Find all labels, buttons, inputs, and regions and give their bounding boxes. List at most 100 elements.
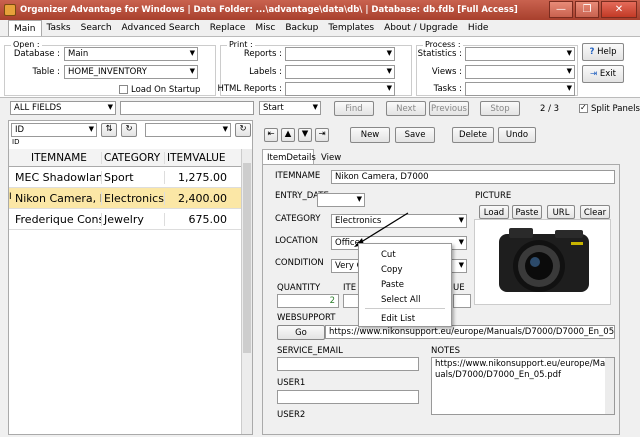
context-menu-paste[interactable]: Paste — [381, 280, 404, 290]
prev-record-button[interactable]: ▲ — [281, 128, 295, 142]
value-field[interactable] — [453, 294, 471, 308]
new-button[interactable]: New — [350, 127, 390, 143]
maximize-button[interactable]: ❐ — [575, 1, 599, 18]
table-label: Table : — [32, 67, 60, 77]
search-text-input[interactable] — [120, 101, 254, 115]
tasks-select[interactable]: ▼ — [465, 82, 575, 96]
notes-field[interactable]: https://www.nikonsupport.eu/europe/Manua… — [431, 357, 615, 415]
column-header-itemname[interactable]: ITEMNAME — [9, 151, 102, 164]
menu-backup[interactable]: Backup — [280, 20, 323, 36]
search-start-select[interactable]: Start ▼ — [259, 101, 321, 115]
entry-date-field[interactable]: ▼ — [317, 193, 365, 207]
menu-hide[interactable]: Hide — [463, 20, 494, 36]
next-record-button[interactable]: ▼ — [298, 128, 312, 142]
picture-clear-button[interactable]: Clear — [580, 205, 610, 219]
tab-view[interactable]: View — [318, 151, 348, 165]
go-button[interactable]: Go — [277, 325, 325, 340]
tab-itemdetails[interactable]: ItemDetails — [262, 149, 316, 165]
undo-button[interactable]: Undo — [498, 127, 536, 143]
ribbon: Open : Database : Main ▼ Table : HOME_INV… — [0, 36, 640, 98]
statistics-select[interactable]: ▼ — [465, 47, 575, 61]
open-group-label: Open : — [11, 40, 42, 49]
chevron-down-icon: ▼ — [386, 67, 392, 75]
last-record-button[interactable]: ⇥ — [315, 128, 329, 142]
refresh-icon: ↻ — [125, 124, 133, 134]
chevron-down-icon: ▼ — [386, 84, 392, 92]
table-select[interactable]: HOME_INVENTORY ▼ — [64, 65, 198, 79]
app-icon — [4, 4, 16, 16]
grid-scrollbar[interactable] — [241, 149, 252, 434]
sort-field-caption: ID — [12, 138, 20, 146]
context-menu-select-all[interactable]: Select All — [381, 295, 420, 305]
previous-button[interactable]: Previous — [429, 101, 469, 116]
menu-replace[interactable]: Replace — [205, 20, 251, 36]
menu-templates[interactable]: Templates — [323, 20, 379, 36]
next-button[interactable]: Next — [386, 101, 426, 116]
load-on-startup-checkbox[interactable] — [119, 85, 128, 94]
cell-itemvalue: 675.00 — [188, 212, 228, 226]
records-pane: ID ▼ ID ⇅ ↻ ▼ ↻ ITEMNAME CATEGORY ITEMVAL… — [8, 120, 253, 435]
quantity-field[interactable]: 2 — [277, 294, 339, 308]
context-menu-copy[interactable]: Copy — [381, 265, 403, 275]
refresh-button[interactable]: ↻ — [121, 123, 137, 137]
sort-field-select[interactable]: ID ▼ — [11, 123, 97, 137]
search-field-select[interactable]: ALL FIELDS ▼ — [10, 101, 116, 115]
views-select[interactable]: ▼ — [465, 65, 575, 79]
triangle-down-icon: ▼ — [301, 129, 309, 139]
context-menu-cut[interactable]: Cut — [381, 250, 396, 260]
menu-tasks[interactable]: Tasks — [42, 20, 76, 36]
chevron-down-icon: ▼ — [566, 67, 572, 75]
chevron-down-icon: ▼ — [189, 67, 195, 75]
websupport-field[interactable]: https://www.nikonsupport.eu/europe/Manua… — [325, 325, 615, 339]
picture-label: PICTURE — [475, 191, 512, 201]
database-select[interactable]: Main ▼ — [64, 47, 198, 61]
table-row[interactable]: MEC Shadowlanc Sport 1,275.00 — [9, 167, 241, 188]
notes-label: NOTES — [431, 346, 461, 356]
context-menu-edit-list[interactable]: Edit List — [381, 314, 415, 324]
column-header-itemvalue[interactable]: ITEMVALUE — [165, 152, 231, 164]
process-group-label: Process : — [423, 40, 463, 49]
filter-select[interactable]: ▼ — [145, 123, 231, 137]
delete-button[interactable]: Delete — [452, 127, 494, 143]
table-row-selected[interactable]: I Nikon Camera, D Electronics 2,400.00 — [9, 188, 241, 209]
user1-field[interactable] — [277, 390, 419, 404]
location-label: LOCATION — [275, 236, 318, 246]
split-panels-label: Split Panels — [591, 104, 640, 114]
menu-advanced-search[interactable]: Advanced Search — [117, 20, 205, 36]
itemname-label: ITEMNAME — [275, 171, 321, 181]
row-marker: I — [9, 191, 12, 202]
itemname-field[interactable]: Nikon Camera, D7000 — [331, 170, 615, 184]
menu-main[interactable]: Main — [8, 20, 42, 36]
reports-select[interactable]: ▼ — [285, 47, 395, 61]
exit-button[interactable]: ⇥ Exit — [582, 65, 624, 83]
find-button[interactable]: Find — [334, 101, 374, 116]
html-reports-select[interactable]: ▼ — [285, 82, 395, 96]
save-button[interactable]: Save — [395, 127, 435, 143]
split-panels-checkbox[interactable]: ✓ — [579, 103, 588, 113]
user1-label: USER1 — [277, 378, 306, 388]
chevron-down-icon: ▼ — [458, 261, 464, 269]
notes-scrollbar[interactable] — [605, 358, 614, 414]
labels-select[interactable]: ▼ — [285, 65, 395, 79]
scrollbar-thumb[interactable] — [243, 163, 251, 353]
close-button[interactable]: ✕ — [601, 1, 637, 18]
picture-load-button[interactable]: Load — [479, 205, 509, 219]
labels-label: Labels : — [249, 67, 282, 77]
filter-refresh-button[interactable]: ↻ — [235, 123, 251, 137]
service-email-field[interactable] — [277, 357, 419, 371]
table-row[interactable]: Frederique Const Jewelry 675.00 — [9, 209, 241, 230]
item-picture — [474, 219, 611, 305]
service-email-label: SERVICE_EMAIL — [277, 346, 343, 356]
stop-button[interactable]: Stop — [480, 101, 520, 116]
menu-misc[interactable]: Misc — [250, 20, 280, 36]
help-button[interactable]: ? Help — [582, 43, 624, 61]
minimize-button[interactable]: — — [549, 1, 573, 18]
statistics-label: Statistics : — [417, 49, 462, 59]
sort-order-button[interactable]: ⇅ — [101, 123, 117, 137]
picture-paste-button[interactable]: Paste — [512, 205, 542, 219]
column-header-category[interactable]: CATEGORY — [102, 151, 165, 164]
picture-url-button[interactable]: URL — [547, 205, 575, 219]
first-record-button[interactable]: ⇤ — [264, 128, 278, 142]
menu-about-upgrade[interactable]: About / Upgrade — [379, 20, 463, 36]
menu-search[interactable]: Search — [76, 20, 117, 36]
